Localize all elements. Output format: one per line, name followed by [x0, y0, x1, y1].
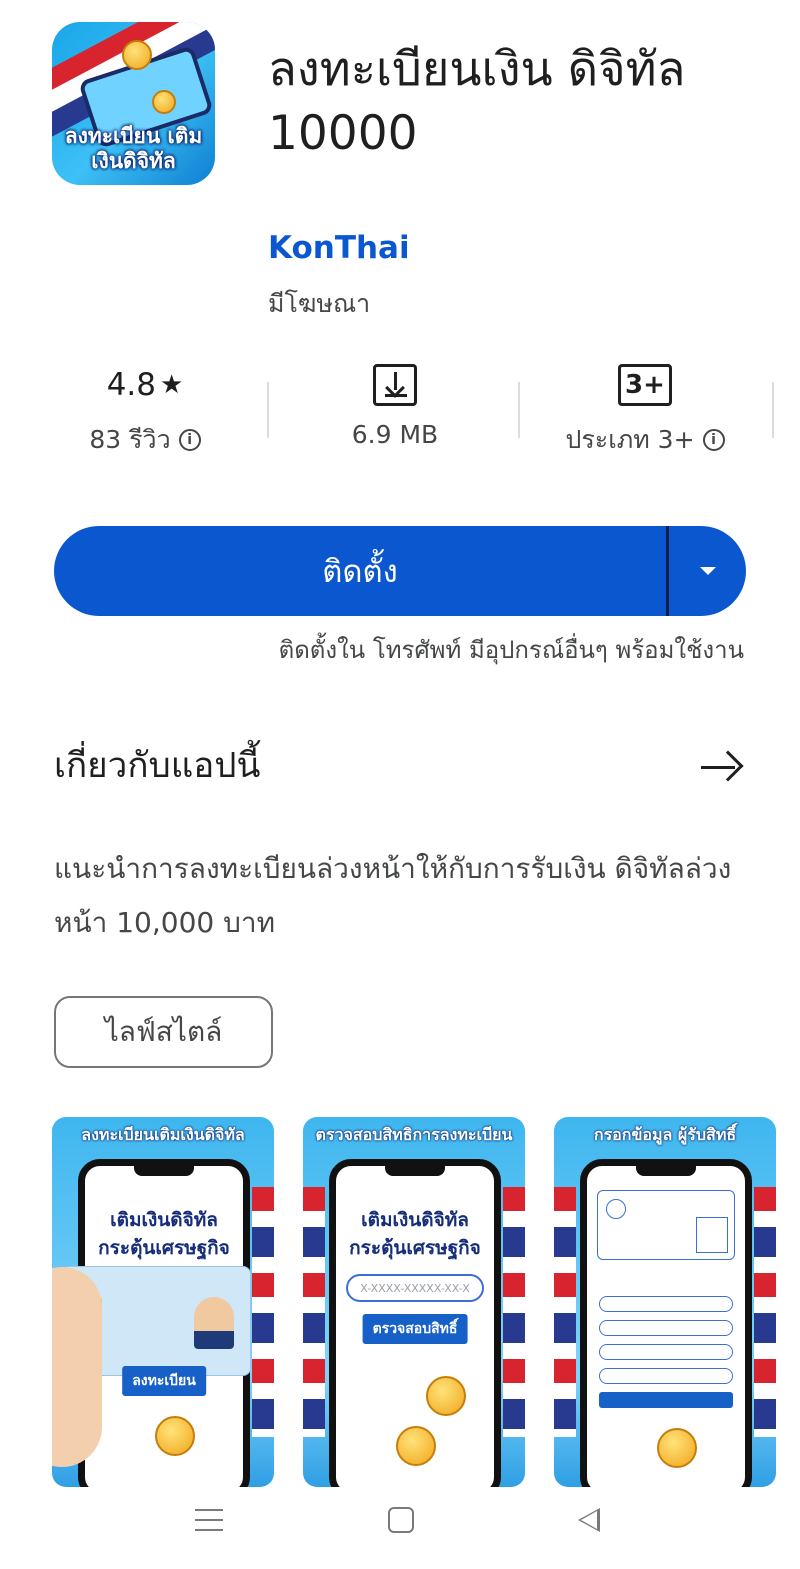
- flag-stripes: [554, 1187, 576, 1437]
- stat-divider: [772, 382, 774, 438]
- install-button-group: ติดตั้ง: [54, 526, 746, 616]
- category-chip[interactable]: ไลฟ์สไตล์: [54, 996, 273, 1068]
- app-title: ลงทะเบียนเงิน ดิจิทัล 10000: [268, 42, 686, 161]
- info-icon: i: [702, 429, 725, 451]
- review-count: 83 รีวิว: [89, 425, 171, 454]
- contains-ads-note: มีโฆษณา: [268, 289, 371, 318]
- phone-mockup: [580, 1159, 752, 1487]
- check-rights-button-mock: ตรวจสอบสิทธิ์: [362, 1314, 468, 1344]
- coin-icon: [152, 90, 176, 114]
- about-description: แนะนำการลงทะเบียนล่วงหน้าให้กับการรับเงิ…: [54, 852, 732, 939]
- rating-value: 4.8: [106, 367, 156, 403]
- developer-link[interactable]: KonThai: [268, 230, 410, 266]
- flag-stripes: [754, 1187, 776, 1437]
- download-icon: [373, 364, 417, 406]
- stats-row: 4.8 ★ 83 รีวิว i 6.9 MB 3+ ประเภท 3+ i: [30, 360, 800, 460]
- recent-apps-icon[interactable]: [195, 1507, 223, 1533]
- screenshot-2[interactable]: เติมเงินดิจิทัล กระตุ้นเศรษฐกิจ X-XXXX-X…: [303, 1117, 525, 1487]
- coin-icon: [426, 1376, 466, 1416]
- app-icon: ลงทะเบียน เติมเงินดิจิทัล: [52, 22, 215, 185]
- coin-icon: [396, 1426, 436, 1466]
- star-icon: ★: [160, 370, 184, 400]
- screenshot-1[interactable]: เติมเงินดิจิทัล กระตุ้นเศรษฐกิจ ลงทะเบีย…: [52, 1117, 274, 1487]
- app-header: ลงทะเบียน เติมเงินดิจิทัล ลงทะเบียนเงิน …: [52, 22, 752, 318]
- download-size: 6.9 MB: [351, 420, 439, 449]
- coin-icon: [155, 1416, 195, 1456]
- back-icon[interactable]: [578, 1508, 600, 1532]
- register-button-mock: ลงทะเบียน: [122, 1366, 206, 1396]
- phone-mockup: เติมเงินดิจิทัล กระตุ้นเศรษฐกิจ ลงทะเบีย…: [61, 1159, 251, 1487]
- size-stat: 6.9 MB: [305, 360, 485, 449]
- flag-stripes: [503, 1187, 525, 1437]
- screenshot-heading: เติมเงินดิจิทัล กระตุ้นเศรษฐกิจ: [349, 1209, 481, 1259]
- age-rating-label: ประเภท 3+: [565, 425, 695, 454]
- home-icon[interactable]: [388, 1507, 414, 1533]
- coin-icon: [122, 40, 152, 70]
- screenshot-heading: เติมเงินดิจิทัล กระตุ้นเศรษฐกิจ: [98, 1209, 230, 1259]
- info-icon: i: [178, 429, 201, 451]
- age-rating-badge: 3+: [618, 364, 672, 406]
- screenshot-caption: กรอกข้อมูล ผู้รับสิทธิ์: [593, 1125, 737, 1144]
- phone-mockup: เติมเงินดิจิทัล กระตุ้นเศรษฐกิจ X-XXXX-X…: [329, 1159, 501, 1487]
- coin-icon: [657, 1428, 697, 1468]
- about-more-button[interactable]: [695, 745, 745, 791]
- flag-stripes: [303, 1187, 325, 1437]
- screenshot-caption: ตรวจสอบสิทธิการลงทะเบียน: [315, 1125, 513, 1144]
- stat-divider: [267, 382, 269, 438]
- screenshot-carousel[interactable]: เติมเงินดิจิทัล กระตุ้นเศรษฐกิจ ลงทะเบีย…: [52, 1117, 800, 1487]
- screenshot-caption: ลงทะเบียนเติมเงินดิจิทัล: [81, 1125, 245, 1144]
- about-section-title: เกี่ยวกับแอปนี้: [54, 746, 261, 786]
- caret-down-icon: [699, 567, 716, 575]
- system-nav-bar: [0, 1490, 800, 1569]
- install-button[interactable]: ติดตั้ง: [54, 526, 666, 616]
- install-devices-note: ติดตั้งใน โทรศัพท์ มีอุปกรณ์อื่นๆ พร้อมใ…: [278, 636, 744, 664]
- rating-stat[interactable]: 4.8 ★ 83 รีวิว i: [60, 360, 230, 460]
- app-icon-text: ลงทะเบียน เติมเงินดิจิทัล: [64, 124, 203, 173]
- content-rating-stat[interactable]: 3+ ประเภท 3+ i: [530, 360, 760, 460]
- flag-stripes: [252, 1187, 274, 1437]
- form-mock: [597, 1190, 735, 1260]
- hand-illustration: [52, 1267, 102, 1467]
- stat-divider: [518, 382, 520, 438]
- screenshot-3[interactable]: กรอกข้อมูล ผู้รับสิทธิ์: [554, 1117, 776, 1487]
- install-options-dropdown[interactable]: [669, 526, 746, 616]
- id-input-mock: X-XXXX-XXXXX-XX-X: [346, 1274, 484, 1302]
